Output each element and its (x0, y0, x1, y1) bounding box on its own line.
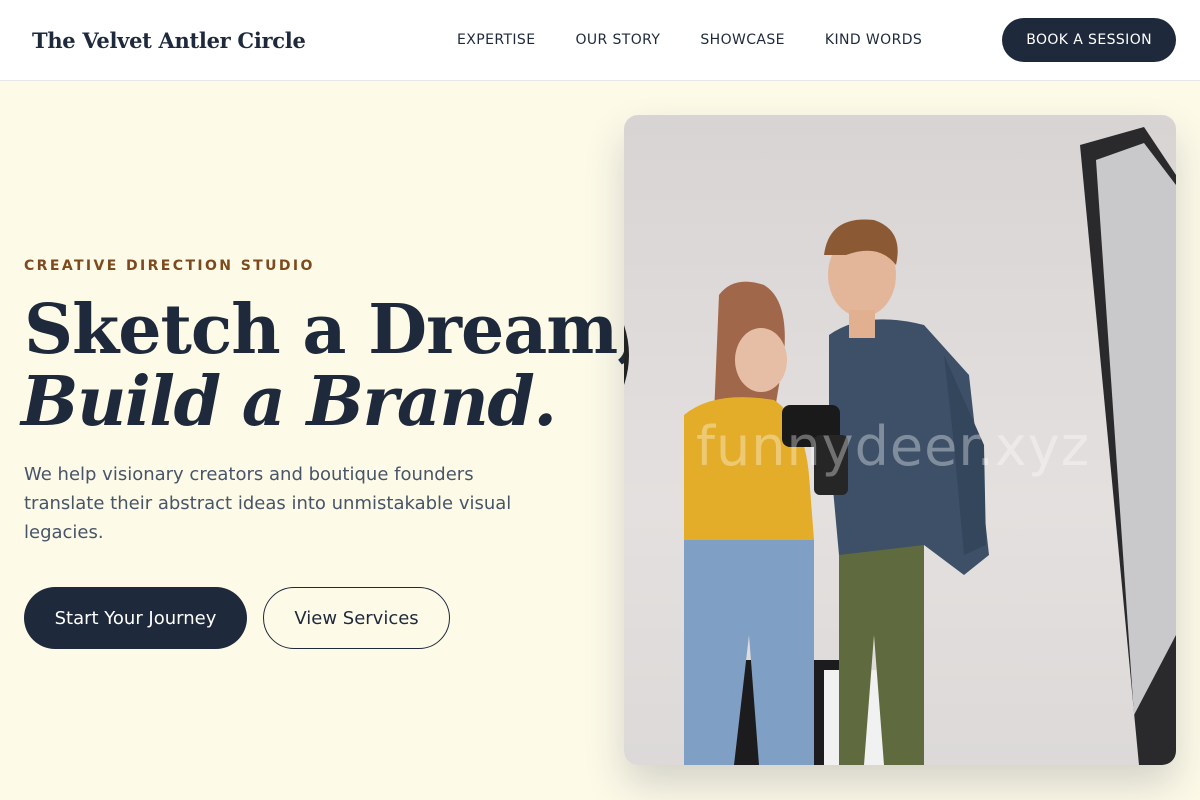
watermark-text: funnydeer.xyz (696, 415, 1091, 478)
nav-link-kind-words[interactable]: KIND WORDS (825, 32, 922, 48)
nav-link-our-story[interactable]: OUR STORY (575, 32, 660, 48)
view-services-button[interactable]: View Services (263, 587, 450, 649)
hero-cta-row: Start Your Journey View Services (24, 587, 604, 649)
site-header: The Velvet Antler Circle EXPERTISE OUR S… (0, 0, 1200, 81)
hero-eyebrow: CREATIVE DIRECTION STUDIO (24, 258, 315, 274)
man-figure (824, 219, 989, 765)
nav-link-showcase[interactable]: SHOWCASE (700, 32, 785, 48)
start-journey-button[interactable]: Start Your Journey (24, 587, 247, 649)
headline-line-2: Build a Brand. (21, 362, 557, 442)
hero-content: CREATIVE DIRECTION STUDIO Sketch a Dream… (21, 258, 641, 649)
hero-subtext: We help visionary creators and boutique … (24, 464, 512, 543)
lamp-edge (624, 325, 629, 385)
main-nav: EXPERTISE OUR STORY SHOWCASE KIND WORDS … (457, 18, 1176, 62)
headline-line-1: Sketch a Dream, (24, 290, 641, 370)
hero-headline: Sketch a Dream, Build a Brand. (21, 290, 641, 442)
nav-link-expertise[interactable]: EXPERTISE (457, 32, 535, 48)
brand-logo[interactable]: The Velvet Antler Circle (32, 28, 306, 53)
hero-photo: funnydeer.xyz (624, 115, 1176, 765)
book-session-button[interactable]: BOOK A SESSION (1002, 18, 1176, 62)
